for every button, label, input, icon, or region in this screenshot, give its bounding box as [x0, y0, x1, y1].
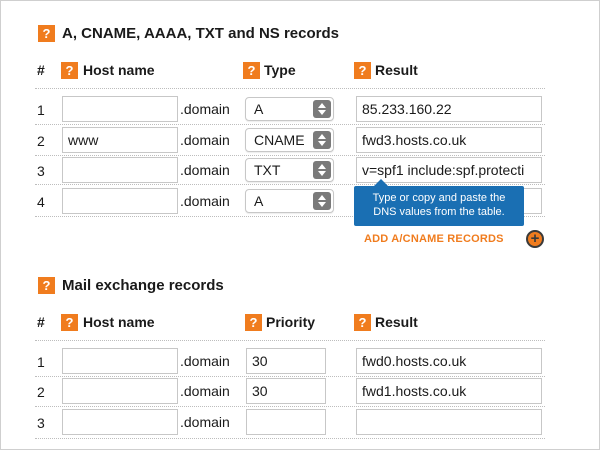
priority-input[interactable]: 30 — [246, 378, 326, 404]
record-type-select[interactable]: A — [245, 189, 334, 213]
select-arrows-icon — [313, 192, 331, 210]
domain-suffix: .domain — [180, 414, 230, 430]
row-divider — [35, 340, 545, 341]
host-name-input[interactable] — [62, 188, 178, 214]
section-title-dns-records: A, CNAME, AAAA, TXT and NS records — [62, 25, 339, 42]
row-divider — [35, 406, 545, 407]
host-name-input[interactable] — [62, 96, 178, 122]
help-tooltip: Type or copy and paste the DNS values fr… — [354, 179, 524, 226]
select-arrows-icon — [313, 100, 331, 118]
row-divider — [35, 124, 545, 125]
host-name-input[interactable] — [62, 348, 178, 374]
column-header-priority: Priority — [266, 314, 316, 330]
result-input[interactable]: 85.233.160.22 — [356, 96, 542, 122]
row-divider — [35, 155, 545, 156]
select-arrows-icon — [313, 131, 331, 149]
help-icon[interactable]: ? — [354, 314, 371, 331]
host-name-input[interactable] — [62, 157, 178, 183]
column-header-result: Result — [375, 314, 418, 330]
host-name-input[interactable]: www — [62, 127, 178, 153]
help-icon[interactable]: ? — [61, 314, 78, 331]
priority-input[interactable]: 30 — [246, 348, 326, 374]
section-title-mail-exchange: Mail exchange records — [62, 277, 224, 294]
record-type-select[interactable]: TXT — [245, 158, 334, 182]
result-input[interactable]: fwd3.hosts.co.uk — [356, 127, 542, 153]
help-icon[interactable]: ? — [61, 62, 78, 79]
record-type-value: A — [254, 101, 264, 117]
domain-suffix: .domain — [180, 193, 230, 209]
row-number: 1 — [37, 354, 45, 370]
select-arrows-icon — [313, 161, 331, 179]
row-divider — [35, 376, 545, 377]
column-header-number: # — [37, 314, 45, 330]
host-name-input[interactable] — [62, 409, 178, 435]
result-input[interactable] — [356, 409, 542, 435]
record-type-value: CNAME — [254, 132, 305, 148]
row-number: 2 — [37, 384, 45, 400]
add-a-cname-records-link[interactable]: ADD A/CNAME RECORDS — [364, 233, 504, 245]
domain-suffix: .domain — [180, 101, 230, 117]
row-number: 3 — [37, 163, 45, 179]
help-icon[interactable]: ? — [245, 314, 262, 331]
help-icon[interactable]: ? — [354, 62, 371, 79]
record-type-select[interactable]: A — [245, 97, 334, 121]
result-input[interactable]: fwd0.hosts.co.uk — [356, 348, 542, 374]
priority-input[interactable] — [246, 409, 326, 435]
column-header-number: # — [37, 62, 45, 78]
domain-suffix: .domain — [180, 383, 230, 399]
help-icon[interactable]: ? — [38, 25, 55, 42]
row-number: 2 — [37, 133, 45, 149]
column-header-type: Type — [264, 62, 296, 78]
help-icon[interactable]: ? — [38, 277, 55, 294]
row-number: 1 — [37, 102, 45, 118]
domain-suffix: .domain — [180, 132, 230, 148]
column-header-host-name: Host name — [83, 314, 155, 330]
column-header-host-name: Host name — [83, 62, 155, 78]
result-input[interactable]: fwd1.hosts.co.uk — [356, 378, 542, 404]
domain-suffix: .domain — [180, 162, 230, 178]
add-circle-icon[interactable]: + — [526, 230, 544, 248]
record-type-select[interactable]: CNAME — [245, 128, 334, 152]
host-name-input[interactable] — [62, 378, 178, 404]
row-number: 4 — [37, 194, 45, 210]
row-divider — [35, 438, 545, 439]
help-icon[interactable]: ? — [243, 62, 260, 79]
domain-suffix: .domain — [180, 353, 230, 369]
record-type-value: A — [254, 193, 264, 209]
row-divider — [35, 88, 545, 89]
row-number: 3 — [37, 415, 45, 431]
row-divider — [35, 184, 545, 185]
record-type-value: TXT — [254, 162, 281, 178]
column-header-result: Result — [375, 62, 418, 78]
